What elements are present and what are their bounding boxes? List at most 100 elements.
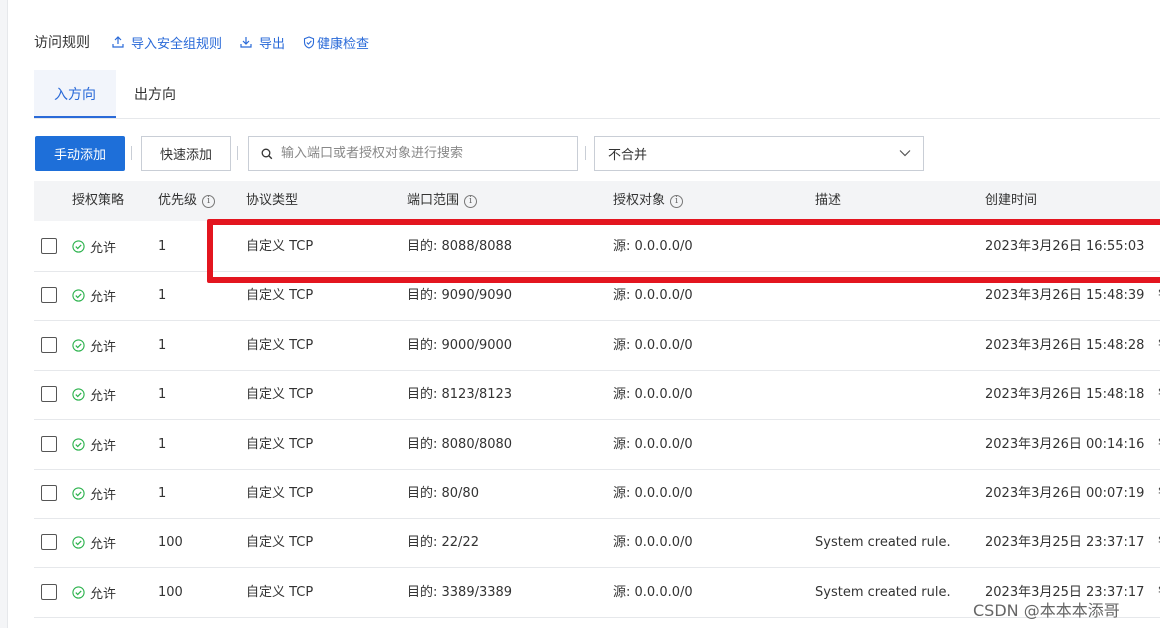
column-header-target-label: 授权对象: [613, 193, 666, 208]
row-checkbox[interactable]: [41, 238, 57, 254]
column-header-policy: 授权策略: [72, 193, 125, 208]
priority-cell: 100: [158, 535, 183, 550]
port-range-cell: 目的: 8123/8123: [407, 387, 513, 402]
policy-label: 允许: [90, 537, 117, 552]
tab-outbound[interactable]: 出方向: [134, 70, 176, 118]
created-time-cell: 2023年3月26日 00:07:19: [985, 486, 1145, 501]
target-cell: 源: 0.0.0.0/0: [613, 387, 693, 402]
column-header-created: 创建时间: [985, 193, 1038, 208]
check-circle-icon: [72, 586, 85, 599]
toolbar-divider: [237, 146, 238, 160]
health-check-label: 健康检查: [317, 36, 370, 52]
left-panel-edge: [0, 0, 8, 628]
manual-add-button[interactable]: 手动添加: [35, 136, 125, 171]
shield-check-icon: [303, 35, 315, 49]
table-row[interactable]: 允许 1 自定义 TCP 目的: 9000/9000 源: 0.0.0.0/0 2023年…: [34, 321, 1160, 371]
search-icon: [261, 148, 273, 159]
target-cell: 源: 0.0.0.0/0: [613, 486, 693, 501]
page-title: 访问规则: [34, 35, 90, 51]
toolbar-divider: [585, 146, 586, 160]
table-row[interactable]: 允许 1 自定义 TCP 目的: 9090/9090 源: 0.0.0.0/0 2023年…: [34, 271, 1160, 321]
check-circle-icon: [72, 339, 85, 352]
target-cell: 源: 0.0.0.0/0: [613, 239, 693, 254]
column-header-port-label: 端口范围: [407, 193, 460, 208]
row-checkbox[interactable]: [41, 386, 57, 402]
target-cell: 源: 0.0.0.0/0: [613, 585, 693, 600]
port-range-cell: 目的: 8080/8080: [407, 437, 513, 452]
protocol-cell: 自定义 TCP: [246, 387, 314, 402]
row-checkbox[interactable]: [41, 436, 57, 452]
policy-label: 允许: [90, 439, 117, 454]
download-icon: [240, 37, 252, 48]
table-row[interactable]: 允许 1 自定义 TCP 目的: 8088/8088 源: 0.0.0.0/0 2023年…: [34, 222, 1160, 272]
target-cell: 源: 0.0.0.0/0: [613, 288, 693, 303]
protocol-cell: 自定义 TCP: [246, 437, 314, 452]
merge-select-value: 不合并: [608, 148, 648, 163]
health-check-link[interactable]: 健康检查: [303, 33, 369, 52]
table-row[interactable]: 允许 100 自定义 TCP 目的: 22/22 源: 0.0.0.0/0 System …: [34, 518, 1160, 568]
info-icon[interactable]: i: [464, 194, 478, 208]
priority-cell: 1: [158, 387, 167, 402]
table-row[interactable]: 允许 1 自定义 TCP 目的: 8123/8123 源: 0.0.0.0/0 2023年…: [34, 370, 1160, 420]
port-range-cell: 目的: 9090/9090: [407, 288, 513, 303]
policy-cell: 允许: [72, 568, 116, 617]
policy-label: 允许: [90, 488, 117, 503]
search-box[interactable]: [248, 136, 578, 171]
column-header-priority-label: 优先级: [158, 193, 198, 208]
check-circle-icon: [72, 240, 85, 253]
table-row[interactable]: 允许 1 自定义 TCP 目的: 80/80 源: 0.0.0.0/0 2023年3月26…: [34, 469, 1160, 519]
created-time-cell: 2023年3月26日 15:48:39: [985, 288, 1145, 303]
priority-cell: 1: [158, 288, 167, 303]
created-time-cell: 2023年3月25日 23:37:17: [985, 535, 1145, 550]
table-header: 授权策略 优先级 i 协议类型 端口范围 i 授权对象 i 描述 创建时间: [34, 181, 1160, 221]
upload-icon: [112, 36, 124, 48]
info-icon[interactable]: i: [670, 194, 684, 208]
policy-cell: 允许: [72, 222, 116, 271]
target-cell: 源: 0.0.0.0/0: [613, 437, 693, 452]
watermark: CSDN @本本本添哥: [973, 601, 1120, 620]
description-cell: System created rule.: [815, 585, 951, 600]
import-rules-link[interactable]: 导入安全组规则: [112, 33, 222, 52]
policy-cell: 允许: [72, 321, 116, 370]
created-time-cell: 2023年3月26日 00:14:16: [985, 437, 1145, 452]
policy-cell: 允许: [72, 370, 116, 419]
import-rules-label: 导入安全组规则: [131, 36, 223, 52]
protocol-cell: 自定义 TCP: [246, 239, 314, 254]
quick-add-button[interactable]: 快速添加: [141, 136, 231, 171]
export-label: 导出: [259, 36, 286, 52]
table-row[interactable]: 允许 1 自定义 TCP 目的: 8080/8080 源: 0.0.0.0/0 2023年…: [34, 420, 1160, 470]
search-input[interactable]: [279, 145, 573, 162]
row-checkbox[interactable]: [41, 287, 57, 303]
tab-inbound[interactable]: 入方向: [34, 70, 116, 118]
export-link[interactable]: 导出: [240, 33, 285, 52]
check-circle-icon: [72, 536, 85, 549]
target-cell: 源: 0.0.0.0/0: [613, 338, 693, 353]
priority-cell: 1: [158, 486, 167, 501]
priority-cell: 1: [158, 239, 167, 254]
priority-cell: 100: [158, 585, 183, 600]
policy-label: 允许: [90, 290, 117, 305]
column-header-port: 端口范围 i: [407, 181, 478, 221]
merge-select[interactable]: 不合并: [594, 136, 924, 171]
protocol-cell: 自定义 TCP: [246, 585, 314, 600]
check-circle-icon: [72, 289, 85, 302]
policy-label: 允许: [90, 587, 117, 602]
created-time-cell: 2023年3月26日 15:48:18: [985, 387, 1145, 402]
column-header-description: 描述: [815, 193, 842, 208]
priority-cell: 1: [158, 338, 167, 353]
row-checkbox[interactable]: [41, 485, 57, 501]
target-cell: 源: 0.0.0.0/0: [613, 535, 693, 550]
row-checkbox[interactable]: [41, 584, 57, 600]
protocol-cell: 自定义 TCP: [246, 288, 314, 303]
check-circle-icon: [72, 388, 85, 401]
created-time-cell: 2023年3月26日 15:48:28: [985, 338, 1145, 353]
column-header-protocol: 协议类型: [246, 193, 299, 208]
row-checkbox[interactable]: [41, 337, 57, 353]
port-range-cell: 目的: 9000/9000: [407, 338, 513, 353]
created-time-cell: 2023年3月26日 16:55:03: [985, 239, 1145, 254]
row-checkbox[interactable]: [41, 534, 57, 550]
direction-tabs: 入方向 出方向: [34, 70, 1160, 119]
info-icon[interactable]: i: [202, 194, 216, 208]
port-range-cell: 目的: 8088/8088: [407, 239, 513, 254]
chevron-down-icon: [899, 150, 911, 157]
